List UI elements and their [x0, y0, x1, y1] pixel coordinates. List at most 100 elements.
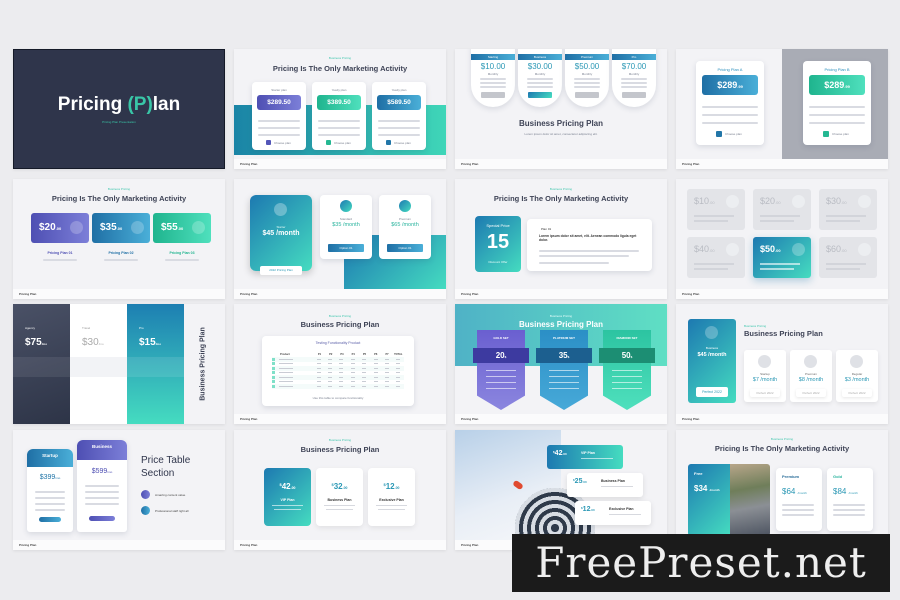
slide-price-tiles[interactable]: $10.00 $20.00 $30.00 $40.00 $50.00 $60.00 Pri… — [676, 179, 888, 299]
perfect-button[interactable]: Perfect 2022 — [696, 387, 728, 397]
select-button[interactable] — [89, 516, 115, 521]
desc-line — [378, 509, 405, 511]
slide-comparison-table[interactable]: Business Pricing Business Pricing Plan T… — [234, 304, 446, 424]
slide-title[interactable]: Pricing (P)lan Pricing Plan Presentation — [13, 49, 225, 169]
plan-name: Pricing Plan 03 — [169, 251, 195, 255]
slide-target-plans[interactable]: $42.00 VIP Plan $25.00 Business Plan $12.00 E… — [455, 430, 667, 550]
slide-special-price[interactable]: Business Pricing Pricing Is The Only Mar… — [455, 179, 667, 299]
cell-placeholder — [279, 363, 293, 365]
cell-placeholder — [362, 363, 367, 365]
plan-card: Starter plan $289.50 Choose plan — [252, 82, 306, 150]
perfect-button[interactable]: Perfect 2022 — [750, 389, 780, 397]
select-button[interactable] — [481, 92, 505, 98]
price-period: /month — [709, 488, 720, 492]
slide-heading: Business Pricing Plan — [300, 320, 380, 329]
cell-placeholder — [279, 376, 293, 378]
slide-footer: Pricing Plan — [676, 414, 888, 424]
option-button[interactable]: Option 01 — [387, 244, 423, 252]
plan-price: $589.50 — [377, 95, 421, 110]
calendar-icon — [141, 506, 150, 515]
slide-free-premium-gold[interactable]: Business Pricing Pricing Is The Only Mar… — [676, 430, 888, 550]
choose-plan-link[interactable]: Choose plan — [394, 141, 411, 145]
cell-placeholder — [279, 367, 293, 369]
plan-card: Premium $65 /month Option 01 — [379, 195, 431, 259]
kicker: Business Pricing — [328, 438, 352, 442]
table-cell — [313, 363, 324, 365]
select-button[interactable] — [528, 92, 552, 98]
kicker: Business Pricing — [107, 187, 131, 191]
price-amount: $30 — [82, 337, 99, 348]
slide-three-gradient-plans[interactable]: Business Pricing Pricing Is The Only Mar… — [13, 179, 225, 299]
plan-price: $84 /month — [833, 487, 858, 496]
option-button[interactable]: Option 01 — [328, 244, 364, 252]
perfect-button[interactable]: Perfect 2022 — [842, 389, 872, 397]
plan-card: Premium $8 /month Perfect 2022 — [790, 350, 832, 402]
feature-line — [258, 134, 300, 136]
select-button[interactable] — [622, 92, 646, 98]
price-tile[interactable]: $10.00 — [687, 189, 745, 230]
plan-card: Yearly plan $589.50 Choose plan — [372, 82, 426, 150]
price-tile[interactable]: $20.00 — [753, 189, 811, 230]
cell-placeholder — [339, 363, 344, 365]
desc-line — [612, 376, 642, 378]
price-amount: 35 — [558, 351, 568, 360]
tile-icon — [858, 243, 871, 256]
table-header-cell: P7 — [385, 353, 389, 356]
feature-line — [35, 497, 65, 499]
price-cents: .00 — [775, 248, 781, 253]
choose-plan-link[interactable]: Choose plan — [274, 141, 291, 145]
pill-card: Pro $70.00 Monthly — [612, 49, 656, 107]
price-tile[interactable]: $60.00 — [819, 237, 877, 278]
slide-footer: Pricing Plan — [676, 159, 888, 169]
perfect-button[interactable]: Perfect 2022 — [796, 389, 826, 397]
price-amount: $40 — [694, 244, 710, 254]
slide-column-plans[interactable]: Agency $75/mo Travel $30/mo Pro $15/mo B… — [13, 304, 225, 424]
choose-plan-link[interactable]: Choose plan — [832, 132, 849, 136]
cell-placeholder — [279, 381, 293, 383]
slide-price-table-section[interactable]: Startup $399/mo Business $599/mo Price T… — [13, 430, 225, 550]
choose-plan-link[interactable]: Choose plan — [725, 132, 742, 136]
cart-icon — [792, 243, 805, 256]
slide-sets[interactable]: Business Pricing Business Pricing Plan G… — [455, 304, 667, 424]
table-cell — [313, 381, 324, 383]
slide-plan-a-b[interactable]: Pricing Plan A $289.99 Choose plan Prici… — [676, 49, 888, 169]
slide-marketing-activity[interactable]: Business Pricing Pricing Is The Only Mar… — [234, 49, 446, 169]
table-cell — [359, 358, 370, 360]
desc-line — [539, 250, 639, 252]
table-cell — [359, 385, 370, 387]
select-button[interactable] — [575, 92, 599, 98]
price-cents: .00 — [342, 486, 348, 490]
cell-placeholder — [373, 358, 378, 360]
set-name: DIAMOND SET — [616, 336, 638, 340]
price-tile[interactable]: $50.00 — [753, 237, 811, 278]
slide-vip-plans[interactable]: Business Pricing Business Pricing Plan $… — [234, 430, 446, 550]
plan-price: $8 /month — [798, 377, 824, 383]
select-button[interactable] — [39, 517, 61, 522]
feature-line — [809, 106, 865, 108]
desc-line — [694, 268, 728, 270]
desc-line — [376, 505, 407, 507]
price-amount: $55 — [161, 222, 178, 233]
choose-plan-link[interactable]: Choose plan — [334, 141, 351, 145]
plan-name: Business — [518, 54, 562, 60]
cell-placeholder — [339, 358, 344, 360]
price-tile[interactable]: $40.00 — [687, 237, 745, 278]
plan-card: Premium $64 /month — [776, 468, 822, 531]
table-cell — [347, 372, 358, 374]
cell-placeholder — [396, 363, 401, 365]
row-check-icon — [272, 366, 275, 370]
table-cell — [347, 363, 358, 365]
desc-line — [549, 388, 579, 390]
table-cell — [347, 385, 358, 387]
price-amount: 42 — [281, 482, 291, 491]
cell-placeholder — [384, 367, 389, 369]
slide-monthly-plans[interactable]: Starter $45 /month 2022 Pricing Plan Sta… — [234, 179, 446, 299]
slide-business-pricing-pills[interactable]: Starting $10.00 Monthly Business $30.00 … — [455, 49, 667, 169]
desc-line — [612, 388, 642, 390]
slide-business-plans[interactable]: Business $45 /month Perfect 2022 Busines… — [676, 304, 888, 424]
price-tile[interactable]: $30.00 — [819, 189, 877, 230]
feature-line — [833, 509, 865, 511]
plan-price: $50.00 — [574, 62, 600, 71]
gear-icon — [70, 221, 83, 234]
cell-placeholder — [328, 381, 333, 383]
